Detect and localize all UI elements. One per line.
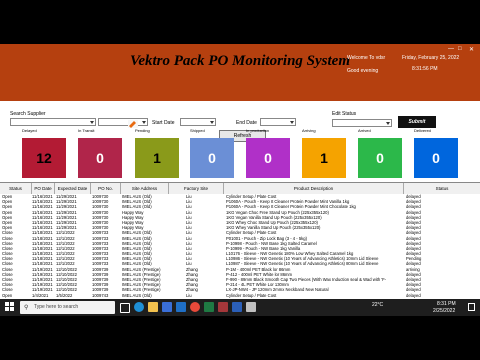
card-label: In Transit	[78, 128, 95, 133]
time-label: 8:31:56 PM	[412, 66, 438, 72]
greeting-text: Good evening	[347, 68, 379, 74]
card-value: 0	[246, 138, 290, 178]
po-table[interactable]: Open 11/16/2021 11/29/2021 1009730 IMEL AUS …	[0, 194, 480, 298]
edit-icon[interactable]	[128, 115, 138, 128]
edge-icon[interactable]	[134, 302, 144, 312]
card-value: 1	[302, 138, 346, 178]
mail-icon[interactable]	[176, 302, 186, 312]
card-label: Delayed	[22, 128, 37, 133]
access-icon[interactable]	[218, 302, 228, 312]
taskbar-search-placeholder: Type here to search	[34, 304, 79, 310]
card-arrived[interactable]: Arrived 0	[358, 128, 402, 188]
col-factory-site[interactable]: Factory Site	[169, 183, 224, 194]
letterbox-top	[0, 0, 480, 44]
supplier-select[interactable]	[10, 118, 96, 126]
temperature-label: 22°C	[372, 302, 384, 308]
col-po-date[interactable]: PO Date	[32, 183, 55, 194]
card-label: Shipped	[190, 128, 205, 133]
clock-date[interactable]: 2/25/2022	[433, 308, 455, 314]
excel-icon[interactable]	[204, 302, 214, 312]
welcome-text: Welcome To vdsr	[347, 55, 386, 61]
col-site-address[interactable]: Site Address	[121, 183, 169, 194]
start-date-label: Start Date	[152, 120, 175, 126]
app-icon[interactable]	[246, 302, 256, 312]
col-product-description[interactable]: Product Description	[224, 183, 404, 194]
status-select[interactable]	[332, 119, 392, 127]
letterbox-bottom	[0, 316, 480, 360]
submit-button[interactable]: Submit	[398, 116, 436, 128]
close-icon[interactable]: ✕	[469, 46, 474, 53]
card-label: Pending	[135, 128, 150, 133]
start-date-picker[interactable]	[180, 118, 216, 126]
card-pending[interactable]: Pending 1	[135, 128, 179, 188]
card-label: In production	[246, 128, 270, 133]
task-view-icon[interactable]	[120, 303, 130, 313]
card-label: Arrived	[358, 128, 371, 133]
card-in-transit[interactable]: In Transit 0	[78, 128, 122, 188]
windows-start-icon[interactable]	[5, 302, 15, 312]
card-label: Delivered	[414, 128, 431, 133]
app-window: Vektro Pack PO Monitoring System Welcome…	[0, 0, 480, 360]
col-po-no[interactable]: PO No.	[91, 183, 121, 194]
word-icon[interactable]	[232, 302, 242, 312]
card-value: 0	[78, 138, 122, 178]
card-value: 12	[22, 138, 66, 178]
card-value: 0	[358, 138, 402, 178]
end-date-picker[interactable]	[260, 118, 296, 126]
card-in-production[interactable]: In production 0	[246, 128, 290, 188]
app-title: Vektro Pack PO Monitoring System	[129, 53, 350, 69]
chrome-icon[interactable]	[190, 302, 200, 312]
date-label: Friday, February 25, 2022	[402, 55, 460, 61]
status-cards: Delayed 12 In Transit 0 Pending 1 Shippe…	[0, 128, 480, 190]
col-expected-date[interactable]: Expected Date	[55, 183, 91, 194]
notification-icon[interactable]	[468, 303, 475, 311]
search-icon: ⚲	[24, 305, 29, 311]
card-value: 0	[414, 138, 458, 178]
minimize-icon[interactable]: —	[448, 46, 454, 52]
end-date-label: End Date	[236, 120, 257, 126]
card-label: Arriving	[302, 128, 316, 133]
clock-time[interactable]: 8:31 PM	[437, 301, 456, 307]
store-icon[interactable]	[162, 302, 172, 312]
card-value: 1	[135, 138, 179, 178]
site-select[interactable]	[98, 118, 148, 126]
card-delivered[interactable]: Delivered 0	[414, 128, 458, 188]
edit-status-label: Edit Status	[332, 111, 357, 117]
card-delayed[interactable]: Delayed 12	[22, 128, 66, 188]
search-supplier-label: Search Supplier	[10, 111, 46, 117]
file-explorer-icon[interactable]	[148, 302, 158, 312]
col-status-2[interactable]: Status	[404, 183, 480, 194]
card-arriving[interactable]: Arriving 1	[302, 128, 346, 188]
card-shipped[interactable]: Shipped 0	[190, 128, 234, 188]
col-status[interactable]: Status	[0, 183, 32, 194]
restore-icon[interactable]: □	[458, 46, 462, 52]
card-value: 0	[190, 138, 234, 178]
